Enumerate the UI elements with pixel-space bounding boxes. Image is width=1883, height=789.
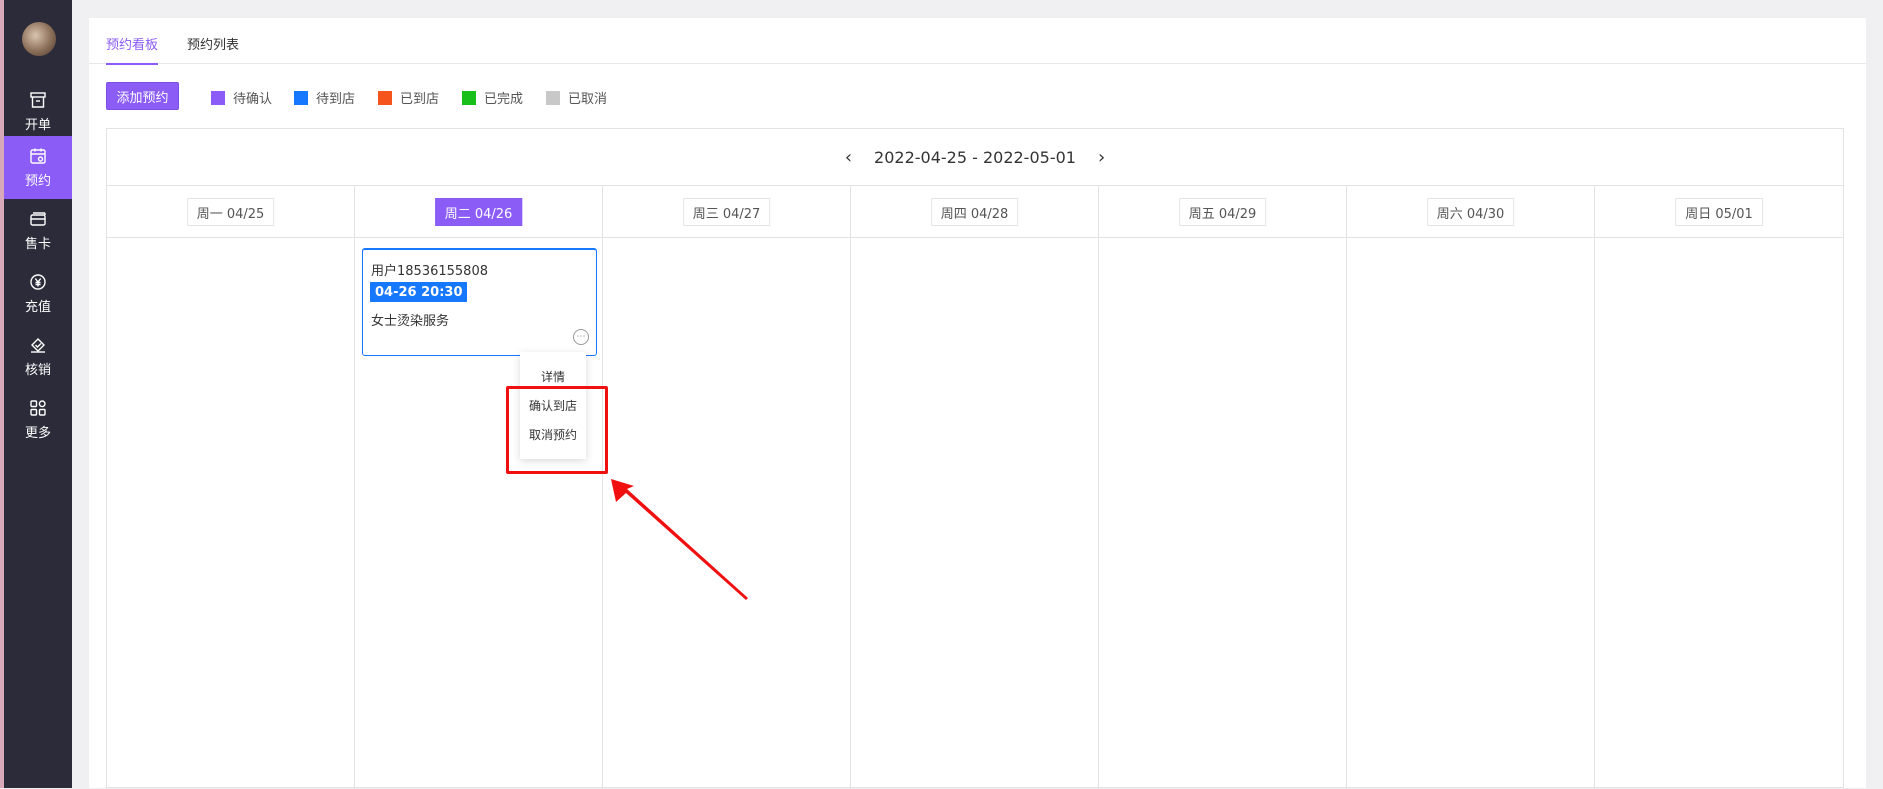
legend-swatch	[462, 90, 476, 105]
day-header: 周四 04/28	[851, 186, 1098, 238]
annotation-highlight-box	[506, 386, 608, 474]
sidebar-item-label: 开单	[24, 117, 51, 133]
week-header: ‹ 2022-04-25 - 2022-05-01 ›	[107, 129, 1843, 186]
legend-item-cancelled: 已取消	[546, 88, 607, 107]
verify-icon	[31, 337, 45, 353]
sidebar-item-more[interactable]: 更多	[4, 388, 72, 451]
day-header: 周六 04/30	[1347, 186, 1594, 238]
day-label[interactable]: 周一 04/25	[186, 198, 275, 226]
sidebar-item-order[interactable]: 开单	[4, 80, 72, 143]
sidebar-item-label: 更多	[24, 425, 51, 441]
add-booking-button[interactable]: 添加预约	[106, 82, 179, 110]
day-header: 周日 05/01	[1595, 186, 1843, 238]
day-column-thu[interactable]: 周四 04/28	[851, 186, 1099, 789]
day-column-wed[interactable]: 周三 04/27	[603, 186, 851, 789]
legend-label: 已到店	[400, 92, 440, 107]
tab-bar: 预约看板 预约列表	[89, 18, 1866, 65]
tab-board[interactable]: 预约看板	[106, 34, 159, 65]
legend-label: 已完成	[484, 92, 524, 107]
legend-swatch	[546, 90, 560, 105]
booking-calendar: ‹ 2022-04-25 - 2022-05-01 › 周一 04/25 周二 …	[106, 128, 1844, 789]
sidebar-item-recharge[interactable]: 充值	[4, 262, 72, 325]
main-panel: 预约看板 预约列表 添加预约 待确认 待到店 已到店 已完成 已取消 ‹ 202…	[89, 18, 1866, 789]
legend-label: 已取消	[568, 92, 608, 107]
appointment-user: 用户18536155808	[371, 264, 488, 279]
legend-swatch	[211, 90, 225, 105]
legend-swatch	[378, 90, 392, 105]
legend-item-arrived: 已到店	[378, 88, 439, 107]
sidebar-item-verify[interactable]: 核销	[4, 325, 72, 388]
sidebar-item-label: 预约	[24, 173, 51, 189]
day-header: 周一 04/25	[107, 186, 354, 238]
day-column-sat[interactable]: 周六 04/30	[1347, 186, 1595, 789]
legend-label: 待确认	[233, 92, 273, 107]
day-column-fri[interactable]: 周五 04/29	[1099, 186, 1347, 789]
day-header: 周三 04/27	[603, 186, 850, 238]
day-label[interactable]: 周二 04/26	[434, 198, 523, 226]
day-column-mon[interactable]: 周一 04/25	[107, 186, 355, 789]
sidebar-item-card[interactable]: 售卡	[4, 199, 72, 262]
legend-item-pending: 待确认	[211, 88, 272, 107]
ellipsis-icon[interactable]: ⋯	[573, 329, 589, 345]
avatar[interactable]	[22, 22, 56, 56]
appointment-service: 女士烫染服务	[371, 314, 450, 329]
legend-swatch	[294, 90, 308, 105]
day-label[interactable]: 周六 04/30	[1426, 198, 1515, 226]
sidebar: 开单 预约 售卡 充值 核销 更多	[0, 0, 72, 788]
sidebar-item-label: 核销	[24, 362, 51, 378]
legend-label: 待到店	[316, 92, 356, 107]
sidebar-item-label: 充值	[24, 299, 51, 315]
day-label[interactable]: 周日 05/01	[1675, 198, 1763, 226]
grid-icon	[30, 399, 46, 416]
sidebar-item-label: 售卡	[24, 236, 51, 252]
calendar-icon	[30, 148, 46, 164]
day-label[interactable]: 周五 04/29	[1178, 198, 1267, 226]
legend-item-awaiting: 待到店	[294, 88, 355, 107]
menu-item-details[interactable]: 详情	[520, 368, 586, 385]
appointment-time: 04-26 20:30	[370, 282, 468, 302]
chevron-right-icon[interactable]: ›	[1098, 147, 1105, 168]
tab-list[interactable]: 预约列表	[187, 34, 239, 63]
order-icon	[30, 91, 46, 108]
day-label[interactable]: 周三 04/27	[682, 198, 771, 226]
week-range: 2022-04-25 - 2022-05-01	[874, 147, 1076, 167]
sidebar-item-booking[interactable]: 预约	[4, 136, 72, 199]
day-column-tue[interactable]: 周二 04/26 用户18536155808 04-26 20:30 女士烫染服…	[355, 186, 603, 789]
card-icon	[30, 211, 46, 226]
yuan-icon	[30, 273, 46, 290]
appointment-card[interactable]: 用户18536155808 04-26 20:30 女士烫染服务 ⋯	[362, 248, 597, 356]
legend-item-completed: 已完成	[462, 88, 523, 107]
day-header: 周二 04/26	[355, 186, 602, 238]
day-label[interactable]: 周四 04/28	[930, 198, 1019, 226]
day-column-sun[interactable]: 周日 05/01	[1595, 186, 1843, 789]
day-header: 周五 04/29	[1099, 186, 1346, 238]
chevron-left-icon[interactable]: ‹	[845, 147, 852, 168]
